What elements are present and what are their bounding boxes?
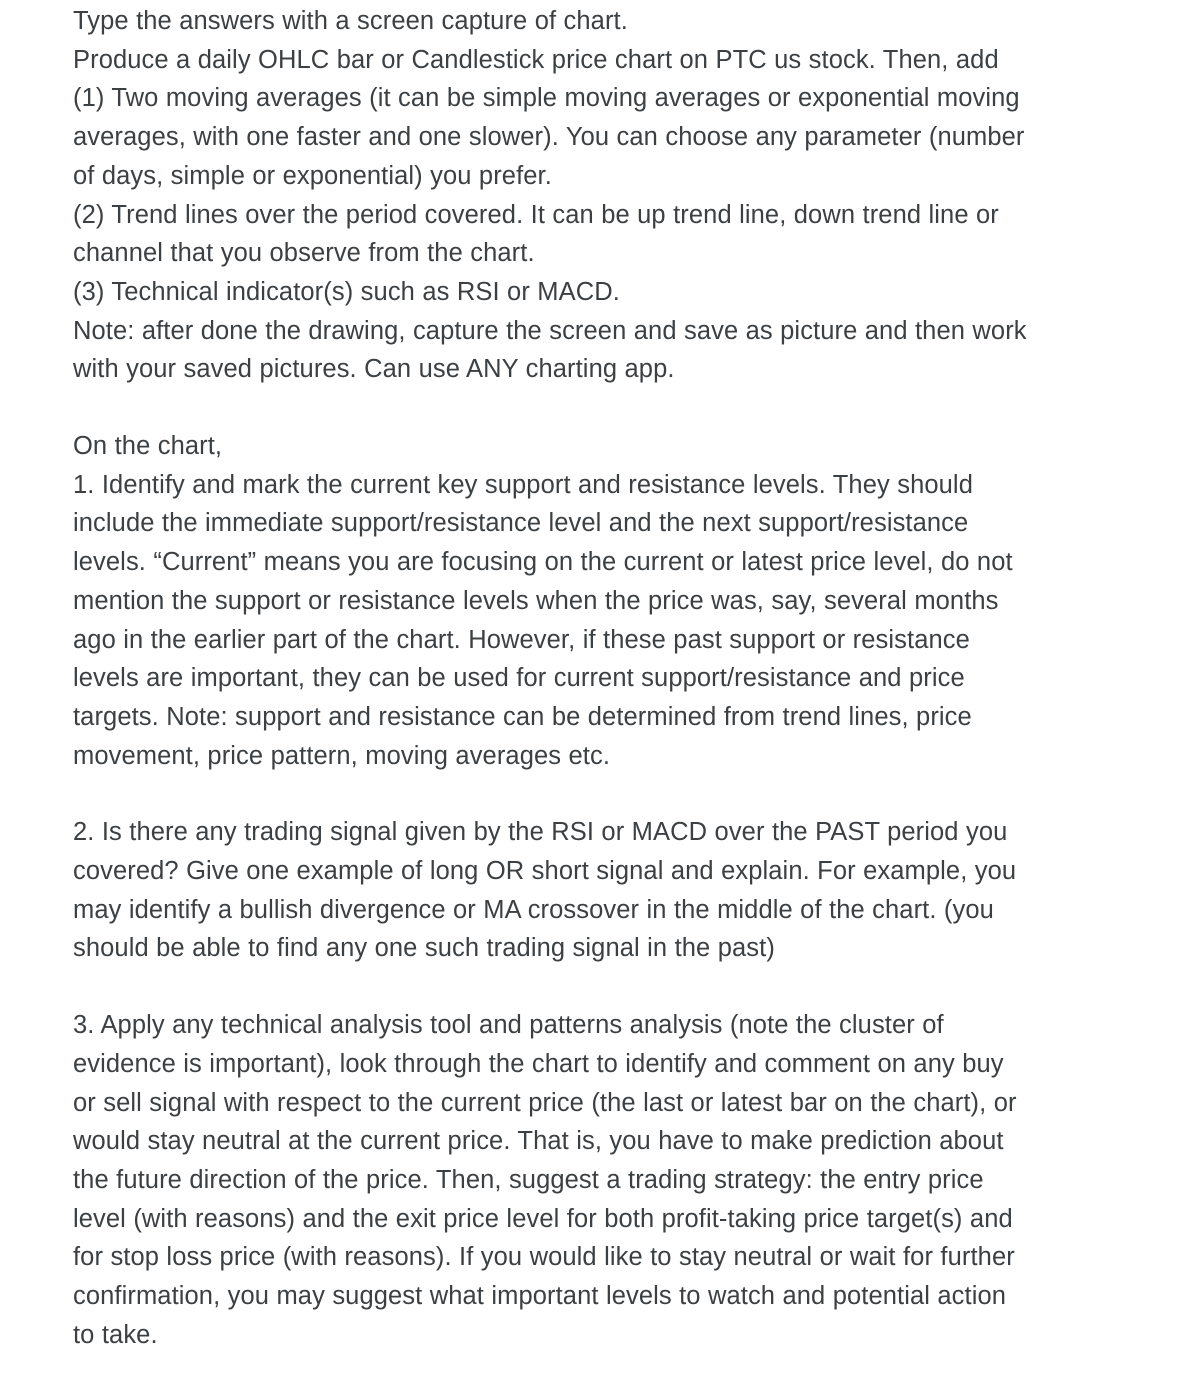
text-line: Produce a daily OHLC bar or Candlestick … [73, 45, 999, 74]
text-line: (3) Technical indicator(s) such as RSI o… [73, 277, 620, 306]
text-line: evidence is important), look through the… [73, 1049, 1004, 1078]
text-line: targets. Note: support and resistance ca… [73, 702, 972, 731]
assignment-document: Type the answers with a screen capture o… [0, 0, 1200, 1355]
text-line: 3. Apply any technical analysis tool and… [73, 1011, 944, 1040]
text-line: with your saved pictures. Can use ANY ch… [73, 355, 675, 384]
text-line: may identify a bullish divergence or MA … [73, 895, 994, 924]
text-line: for stop loss price (with reasons). If y… [73, 1243, 1015, 1272]
text-line: to take. [73, 1320, 158, 1349]
text-line: 1. Identify and mark the current key sup… [73, 470, 973, 499]
text-line: include the immediate support/resistance… [73, 509, 969, 538]
text-line: the future direction of the price. Then,… [73, 1165, 984, 1194]
text-line: On the chart, [73, 432, 223, 461]
text-line: levels are important, they can be used f… [73, 664, 965, 693]
instructions-paragraph: Type the answers with a screen capture o… [73, 2, 1126, 389]
text-line: ago in the earlier part of the chart. Ho… [73, 625, 970, 654]
text-line: (2) Trend lines over the period covered.… [73, 200, 999, 229]
question-1-paragraph: On the chart, 1. Identify and mark the c… [73, 427, 1126, 775]
text-line: confirmation, you may suggest what impor… [73, 1282, 1007, 1311]
text-line: should be able to find any one such trad… [73, 934, 775, 963]
text-line: 2. Is there any trading signal given by … [73, 818, 1008, 847]
text-line: averages, with one faster and one slower… [73, 123, 1025, 152]
text-line: movement, price pattern, moving averages… [73, 741, 611, 770]
text-line: Note: after done the drawing, capture th… [73, 316, 1027, 345]
text-line: of days, simple or exponential) you pref… [73, 161, 552, 190]
question-2-paragraph: 2. Is there any trading signal given by … [73, 813, 1126, 968]
text-line: covered? Give one example of long OR sho… [73, 857, 1017, 886]
text-line: channel that you observe from the chart. [73, 239, 535, 268]
text-line: Type the answers with a screen capture o… [73, 7, 628, 35]
text-line: level (with reasons) and the exit price … [73, 1204, 1013, 1233]
text-line: mention the support or resistance levels… [73, 586, 999, 615]
text-line: levels. “Current” means you are focusing… [73, 548, 1013, 577]
text-line: or sell signal with respect to the curre… [73, 1088, 1017, 1117]
text-line: (1) Two moving averages (it can be simpl… [73, 84, 1020, 113]
text-line: would stay neutral at the current price.… [73, 1127, 1004, 1156]
question-3-paragraph: 3. Apply any technical analysis tool and… [73, 1006, 1126, 1354]
